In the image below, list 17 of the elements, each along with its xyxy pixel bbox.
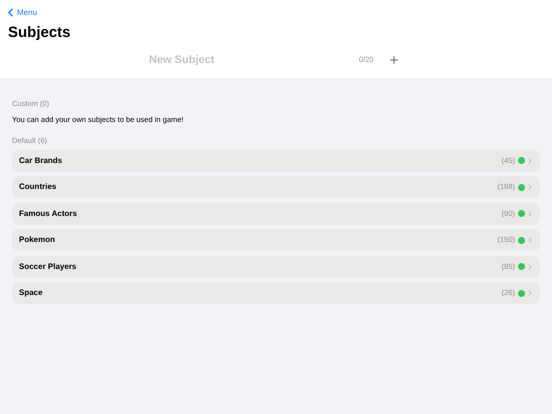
chevron-right-icon xyxy=(526,156,534,164)
add-button[interactable] xyxy=(388,54,400,66)
subject-name: Famous Actors xyxy=(19,208,77,220)
subject-name: Space xyxy=(19,287,43,299)
page-title: Subjects xyxy=(8,25,72,40)
subject-name: Countries xyxy=(19,181,56,193)
plus-icon xyxy=(388,54,400,66)
subject-name: Car Brands xyxy=(19,154,62,166)
back-button[interactable]: Menu xyxy=(4,6,38,19)
chevron-right-icon xyxy=(526,289,534,297)
chevron-right-icon xyxy=(526,262,534,270)
chevron-right-icon xyxy=(526,236,534,244)
chevron-right-icon xyxy=(526,183,534,191)
chevron-right-icon xyxy=(526,210,534,218)
subject-name: Soccer Players xyxy=(19,260,76,272)
new-subject-field[interactable]: New Subject xyxy=(149,52,349,68)
subject-name: Pokemon xyxy=(19,234,56,246)
